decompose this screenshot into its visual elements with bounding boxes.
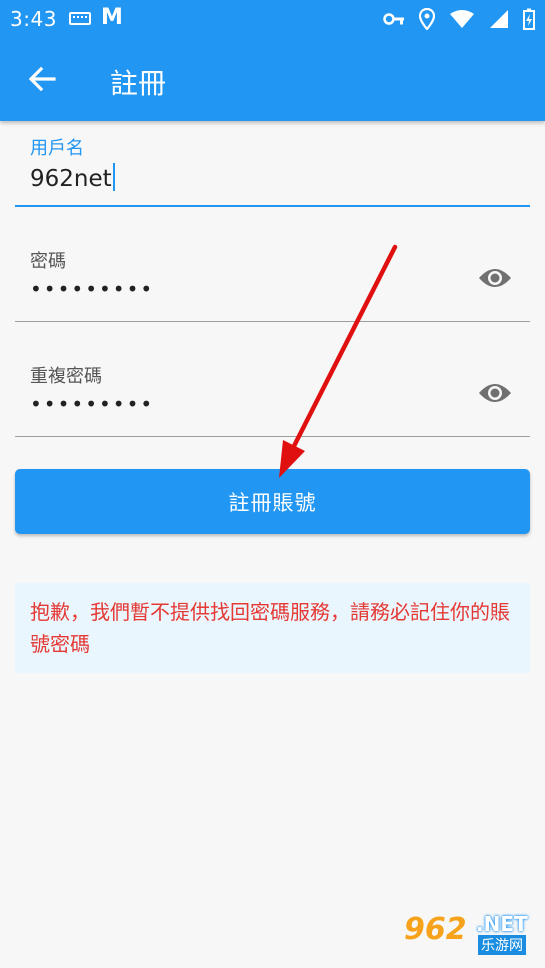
status-time: 3:43 xyxy=(10,7,57,31)
status-bar: 3:43 M xyxy=(0,0,545,38)
show-password-eye-icon[interactable] xyxy=(478,266,512,290)
back-arrow-icon[interactable] xyxy=(26,63,58,95)
username-field[interactable]: 用戶名 962net xyxy=(15,121,530,209)
site-watermark-logo: 962 .NET 乐游网 xyxy=(404,910,539,960)
battery-charging-icon xyxy=(523,8,535,30)
password-warning-notice: 抱歉，我們暫不提供找回密碼服務，請務必記住你的賬號密碼 xyxy=(15,583,530,673)
password-label: 密碼 xyxy=(30,251,66,272)
page-title: 註冊 xyxy=(110,67,167,100)
cell-signal-icon xyxy=(490,10,508,28)
username-value: 962net xyxy=(30,166,112,192)
confirm-password-field[interactable]: 重複密碼 ••••••••• xyxy=(15,350,530,438)
location-icon xyxy=(419,8,435,30)
confirm-password-underline xyxy=(15,436,530,437)
text-caret xyxy=(112,163,115,191)
password-input[interactable]: ••••••••• xyxy=(30,277,154,301)
username-underline xyxy=(15,205,530,207)
username-label: 用戶名 xyxy=(30,138,84,159)
vpn-key-icon xyxy=(383,13,404,25)
show-confirm-password-eye-icon[interactable] xyxy=(478,381,512,405)
app-bar: 3:43 M 註冊 xyxy=(0,0,545,121)
register-account-button[interactable]: 註冊賬號 xyxy=(15,469,530,534)
password-underline xyxy=(15,321,530,322)
confirm-password-label: 重複密碼 xyxy=(30,366,102,387)
watermark-net: .NET xyxy=(476,912,528,936)
password-field[interactable]: 密碼 ••••••••• xyxy=(15,235,530,323)
watermark-number: 962 xyxy=(404,912,467,947)
notice-text: 抱歉，我們暫不提供找回密碼服務，請務必記住你的賬號密碼 xyxy=(30,600,510,656)
watermark-site-name: 乐游网 xyxy=(478,935,526,955)
wifi-icon xyxy=(450,10,474,28)
gmail-icon: M xyxy=(101,5,123,30)
status-icons xyxy=(383,8,535,30)
confirm-password-input[interactable]: ••••••••• xyxy=(30,392,154,416)
username-input[interactable]: 962net xyxy=(30,163,115,192)
keyboard-icon xyxy=(69,12,91,25)
